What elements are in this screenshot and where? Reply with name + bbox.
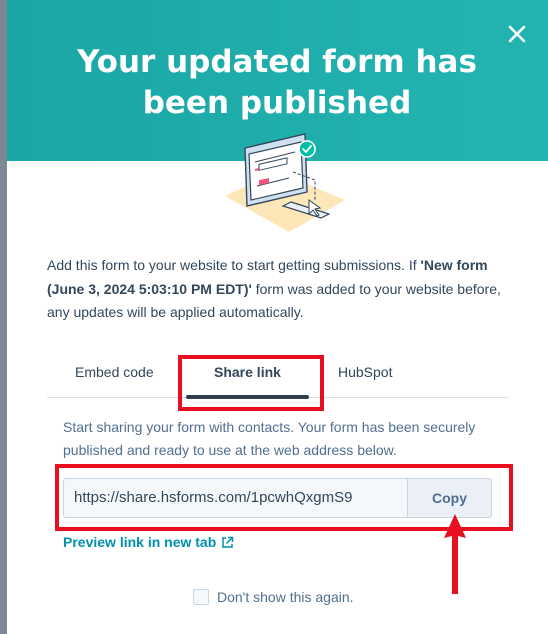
- dont-show-checkbox[interactable]: [193, 589, 209, 605]
- close-icon[interactable]: [502, 19, 532, 49]
- publish-modal: Your updated form has been published Add…: [7, 0, 548, 634]
- published-form-illustration: [225, 133, 345, 232]
- preview-link[interactable]: Preview link in new tab: [63, 534, 234, 550]
- annotation-arrow-icon: [444, 514, 466, 594]
- intro-text: Add this form to your website to start g…: [47, 254, 507, 325]
- tab-hubspot[interactable]: HubSpot: [338, 364, 392, 380]
- dont-show-again[interactable]: Don't show this again.: [193, 589, 354, 605]
- preview-link-label: Preview link in new tab: [63, 534, 217, 550]
- share-description: Start sharing your form with contacts. Y…: [63, 419, 476, 458]
- tab-embed-code[interactable]: Embed code: [75, 364, 154, 380]
- modal-title: Your updated form has been published: [77, 44, 477, 121]
- dont-show-label: Don't show this again.: [217, 589, 354, 605]
- highlight-box-share-tab: [178, 355, 324, 411]
- intro-text-before: Add this form to your website to start g…: [47, 257, 421, 273]
- external-link-icon: [222, 536, 234, 548]
